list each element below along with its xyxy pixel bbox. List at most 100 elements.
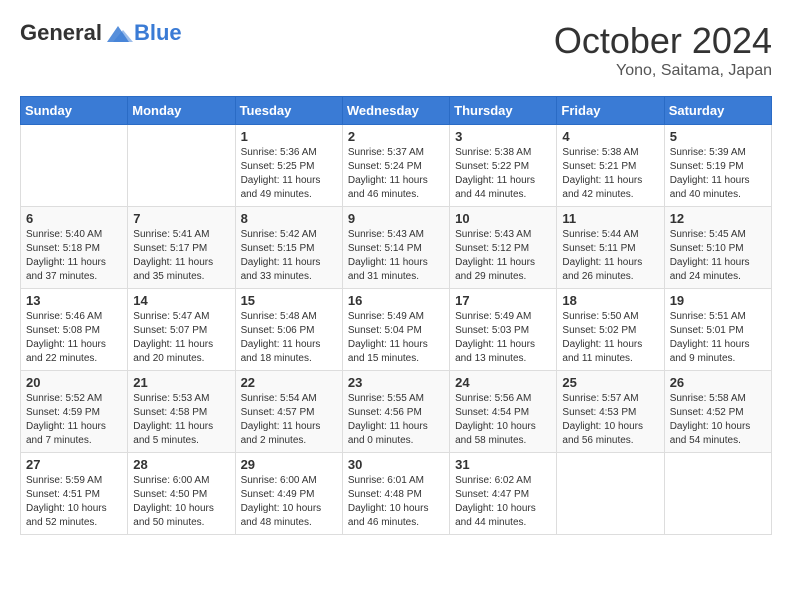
day-number: 24 [455, 375, 551, 390]
calendar-cell: 24Sunrise: 5:56 AMSunset: 4:54 PMDayligh… [450, 371, 557, 453]
day-number: 28 [133, 457, 229, 472]
day-number: 14 [133, 293, 229, 308]
day-number: 6 [26, 211, 122, 226]
calendar-cell: 30Sunrise: 6:01 AMSunset: 4:48 PMDayligh… [342, 453, 449, 535]
calendar-week-2: 6 Sunrise: 5:40 AMSunset: 5:18 PMDaylight… [21, 207, 772, 289]
day-number: 15 [241, 293, 337, 308]
day-number: 7 [133, 211, 229, 226]
calendar-cell: 4 Sunrise: 5:38 AMSunset: 5:21 PMDaylight… [557, 125, 664, 207]
calendar-cell: 1 Sunrise: 5:36 AMSunset: 5:25 PMDaylight… [235, 125, 342, 207]
calendar-cell: 16 Sunrise: 5:49 AMSunset: 5:04 PMDayligh… [342, 289, 449, 371]
day-number: 13 [26, 293, 122, 308]
cell-content: Sunrise: 5:50 AMSunset: 5:02 PMDaylight:… [562, 310, 658, 366]
logo-general-text: General [20, 20, 102, 46]
calendar-cell: 5 Sunrise: 5:39 AMSunset: 5:19 PMDaylight… [664, 125, 771, 207]
calendar-week-1: 1 Sunrise: 5:36 AMSunset: 5:25 PMDaylight… [21, 125, 772, 207]
day-of-week-saturday: Saturday [664, 97, 771, 125]
cell-content: Sunrise: 5:40 AMSunset: 5:18 PMDaylight:… [26, 228, 122, 284]
calendar-week-5: 27Sunrise: 5:59 AMSunset: 4:51 PMDayligh… [21, 453, 772, 535]
calendar-cell: 25Sunrise: 5:57 AMSunset: 4:53 PMDayligh… [557, 371, 664, 453]
day-number: 9 [348, 211, 444, 226]
calendar-cell: 17Sunrise: 5:49 AMSunset: 5:03 PMDayligh… [450, 289, 557, 371]
calendar-cell: 29 Sunrise: 6:00 AMSunset: 4:49 PMDayligh… [235, 453, 342, 535]
calendar-cell: 28 Sunrise: 6:00 AMSunset: 4:50 PMDayligh… [128, 453, 235, 535]
day-of-week-sunday: Sunday [21, 97, 128, 125]
calendar-cell: 15 Sunrise: 5:48 AMSunset: 5:06 PMDayligh… [235, 289, 342, 371]
month-title: October 2024 [554, 20, 772, 62]
calendar-cell: 11Sunrise: 5:44 AMSunset: 5:11 PMDayligh… [557, 207, 664, 289]
calendar-cell [21, 125, 128, 207]
logo-blue-text: Blue [134, 20, 182, 46]
day-number: 25 [562, 375, 658, 390]
cell-content: Sunrise: 5:36 AMSunset: 5:25 PMDaylight:… [241, 146, 337, 202]
cell-content: Sunrise: 5:55 AMSunset: 4:56 PMDaylight:… [348, 392, 444, 448]
cell-content: Sunrise: 5:45 AMSunset: 5:10 PMDaylight:… [670, 228, 766, 284]
calendar-cell: 14 Sunrise: 5:47 AMSunset: 5:07 PMDayligh… [128, 289, 235, 371]
calendar-cell: 3 Sunrise: 5:38 AMSunset: 5:22 PMDaylight… [450, 125, 557, 207]
day-number: 18 [562, 293, 658, 308]
day-of-week-wednesday: Wednesday [342, 97, 449, 125]
day-of-week-thursday: Thursday [450, 97, 557, 125]
title-block: October 2024 Yono, Saitama, Japan [554, 20, 772, 80]
day-number: 1 [241, 129, 337, 144]
cell-content: Sunrise: 5:58 AMSunset: 4:52 PMDaylight:… [670, 392, 766, 448]
calendar-cell [664, 453, 771, 535]
day-of-week-friday: Friday [557, 97, 664, 125]
cell-content: Sunrise: 5:43 AMSunset: 5:12 PMDaylight:… [455, 228, 551, 284]
cell-content: Sunrise: 5:51 AMSunset: 5:01 PMDaylight:… [670, 310, 766, 366]
day-number: 21 [133, 375, 229, 390]
calendar-header-row: SundayMondayTuesdayWednesdayThursdayFrid… [21, 97, 772, 125]
calendar-cell: 7Sunrise: 5:41 AMSunset: 5:17 PMDaylight… [128, 207, 235, 289]
cell-content: Sunrise: 5:38 AMSunset: 5:21 PMDaylight:… [562, 146, 658, 202]
calendar-week-4: 20Sunrise: 5:52 AMSunset: 4:59 PMDayligh… [21, 371, 772, 453]
day-number: 29 [241, 457, 337, 472]
day-number: 22 [241, 375, 337, 390]
cell-content: Sunrise: 5:44 AMSunset: 5:11 PMDaylight:… [562, 228, 658, 284]
cell-content: Sunrise: 5:48 AMSunset: 5:06 PMDaylight:… [241, 310, 337, 366]
cell-content: Sunrise: 6:00 AMSunset: 4:49 PMDaylight:… [241, 474, 337, 530]
calendar-cell: 6 Sunrise: 5:40 AMSunset: 5:18 PMDaylight… [21, 207, 128, 289]
calendar-cell: 31 Sunrise: 6:02 AMSunset: 4:47 PMDayligh… [450, 453, 557, 535]
calendar-cell: 20Sunrise: 5:52 AMSunset: 4:59 PMDayligh… [21, 371, 128, 453]
calendar-cell: 10Sunrise: 5:43 AMSunset: 5:12 PMDayligh… [450, 207, 557, 289]
day-number: 2 [348, 129, 444, 144]
cell-content: Sunrise: 5:43 AMSunset: 5:14 PMDaylight:… [348, 228, 444, 284]
calendar-cell [557, 453, 664, 535]
calendar-cell: 9 Sunrise: 5:43 AMSunset: 5:14 PMDaylight… [342, 207, 449, 289]
cell-content: Sunrise: 5:59 AMSunset: 4:51 PMDaylight:… [26, 474, 122, 530]
cell-content: Sunrise: 6:02 AMSunset: 4:47 PMDaylight:… [455, 474, 551, 530]
day-of-week-monday: Monday [128, 97, 235, 125]
cell-content: Sunrise: 5:47 AMSunset: 5:07 PMDaylight:… [133, 310, 229, 366]
calendar-cell: 19Sunrise: 5:51 AMSunset: 5:01 PMDayligh… [664, 289, 771, 371]
cell-content: Sunrise: 6:01 AMSunset: 4:48 PMDaylight:… [348, 474, 444, 530]
day-number: 26 [670, 375, 766, 390]
calendar-cell: 21 Sunrise: 5:53 AMSunset: 4:58 PMDayligh… [128, 371, 235, 453]
calendar-cell: 8Sunrise: 5:42 AMSunset: 5:15 PMDaylight… [235, 207, 342, 289]
calendar-cell: 18 Sunrise: 5:50 AMSunset: 5:02 PMDayligh… [557, 289, 664, 371]
day-number: 17 [455, 293, 551, 308]
cell-content: Sunrise: 5:54 AMSunset: 4:57 PMDaylight:… [241, 392, 337, 448]
day-number: 5 [670, 129, 766, 144]
day-of-week-tuesday: Tuesday [235, 97, 342, 125]
calendar-cell: 13Sunrise: 5:46 AMSunset: 5:08 PMDayligh… [21, 289, 128, 371]
cell-content: Sunrise: 6:00 AMSunset: 4:50 PMDaylight:… [133, 474, 229, 530]
day-number: 4 [562, 129, 658, 144]
day-number: 20 [26, 375, 122, 390]
calendar-cell: 23 Sunrise: 5:55 AMSunset: 4:56 PMDayligh… [342, 371, 449, 453]
cell-content: Sunrise: 5:39 AMSunset: 5:19 PMDaylight:… [670, 146, 766, 202]
calendar-week-3: 13Sunrise: 5:46 AMSunset: 5:08 PMDayligh… [21, 289, 772, 371]
calendar-cell [128, 125, 235, 207]
location-title: Yono, Saitama, Japan [554, 62, 772, 80]
day-number: 8 [241, 211, 337, 226]
calendar-cell: 26 Sunrise: 5:58 AMSunset: 4:52 PMDayligh… [664, 371, 771, 453]
calendar-cell: 12 Sunrise: 5:45 AMSunset: 5:10 PMDayligh… [664, 207, 771, 289]
cell-content: Sunrise: 5:53 AMSunset: 4:58 PMDaylight:… [133, 392, 229, 448]
day-number: 23 [348, 375, 444, 390]
day-number: 31 [455, 457, 551, 472]
cell-content: Sunrise: 5:49 AMSunset: 5:04 PMDaylight:… [348, 310, 444, 366]
calendar: SundayMondayTuesdayWednesdayThursdayFrid… [20, 96, 772, 535]
day-number: 12 [670, 211, 766, 226]
day-number: 16 [348, 293, 444, 308]
day-number: 3 [455, 129, 551, 144]
cell-content: Sunrise: 5:38 AMSunset: 5:22 PMDaylight:… [455, 146, 551, 202]
